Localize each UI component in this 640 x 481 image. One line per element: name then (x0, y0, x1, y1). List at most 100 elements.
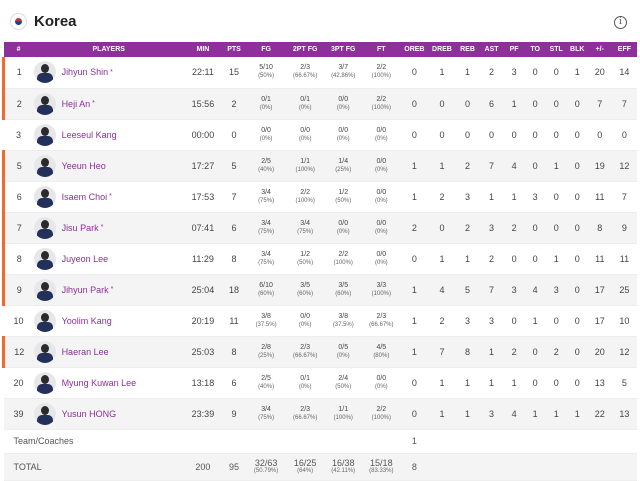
stat-ast: 3 (489, 222, 495, 233)
column-header[interactable]: AST (480, 42, 504, 57)
field-goals: 2/5 (40%) (246, 367, 286, 398)
column-header[interactable]: FG (246, 42, 286, 57)
player-cell: Jihyun Shin * (33, 57, 184, 88)
player-name-link[interactable]: Jisu Park (62, 223, 99, 233)
player-avatar (33, 92, 56, 115)
stat-to: 0 (532, 253, 538, 264)
player-row[interactable]: 10 Yoolim Kang 20:19 11 3/8 (37.5%) 0/0 (0%) 3/8… (3, 305, 637, 336)
stat-pm: 8 (597, 222, 603, 233)
three-point-fg-made: 3/8 (338, 312, 349, 320)
column-header[interactable]: PTS (222, 42, 246, 57)
three-point-fg: 1/2 (50%) (324, 181, 362, 212)
empty-cell (480, 429, 504, 453)
two-point-fg: 2/2 (100%) (286, 181, 324, 212)
player-name-link[interactable]: Heji An (62, 99, 91, 109)
player-row[interactable]: 2 Heji An * 15:56 2 0/1 (0%) 0/1 (0%) 0/0 (0%) 2/2(… (1, 88, 637, 119)
stat-pf: 1 (511, 377, 517, 388)
player-name-link[interactable]: Myung Kuwan Lee (62, 378, 137, 388)
stat-eff: 5 (621, 377, 627, 388)
column-header[interactable]: PLAYERS (34, 42, 184, 57)
player-name-link[interactable]: Juyeon Lee (62, 254, 109, 264)
column-header[interactable]: +/- (588, 42, 612, 57)
stat-pf: 2 (511, 346, 517, 357)
player-name-link[interactable]: Isaem Choi (62, 192, 108, 202)
player-avatar (33, 340, 56, 363)
column-header[interactable]: MIN (184, 42, 222, 57)
stat-ast: 3 (489, 315, 495, 326)
three-point-fg-pct: (100%) (333, 259, 353, 266)
info-icon[interactable]: i (614, 16, 627, 29)
column-header[interactable]: BLK (567, 42, 588, 57)
stat-to: 0 (532, 222, 538, 233)
three-point-fg: 3/8 (37.5%) (324, 305, 362, 336)
free-throws: 3/3 (100%) (362, 274, 400, 305)
two-point-fg: 1/2 (50%) (286, 243, 324, 274)
player-name-link[interactable]: Leeseul Kang (62, 130, 117, 140)
free-throws: 0/0 (0%) (362, 367, 400, 398)
player-name-link[interactable]: Jihyun Park (62, 285, 109, 295)
column-header[interactable]: DREB (428, 42, 455, 57)
column-header[interactable]: # (4, 42, 34, 57)
points: 15 (229, 67, 240, 78)
free-throws: 2/2 (100%) (362, 57, 400, 88)
player-row[interactable]: 1 Jihyun Shin * 22:11 15 5/10 (50%) 2/3 (66.67%)… (1, 57, 637, 88)
two-point-fg: 0/1 (0%) (286, 88, 324, 119)
player-name-link[interactable]: Jihyun Shin (62, 67, 109, 77)
column-header[interactable]: PF (504, 42, 525, 57)
player-cell: Yeeun Heo (33, 150, 184, 181)
free-throws-pct: (100%) (371, 290, 391, 297)
free-throws-made: 2/2 (376, 95, 387, 103)
player-name-link[interactable]: Haeran Lee (62, 347, 109, 357)
player-row[interactable]: 5 Yeeun Heo 17:27 5 2/5 (40%) 1/1 (100%) 1/4 (25%… (1, 150, 637, 181)
player-row[interactable]: 39 Yusun HONG 23:39 9 3/4 (75%) 2/3 (66.67%) 1/1… (3, 398, 637, 429)
column-header[interactable]: 3PT FG (324, 42, 362, 57)
stat-stl: 0 (553, 67, 559, 78)
field-goals-pct: (40%) (258, 383, 275, 390)
minutes: 00:00 (191, 129, 215, 140)
stat-reb: 2 (465, 222, 471, 233)
stat-to: 1 (532, 408, 538, 419)
stat-oreb: 2 (411, 222, 417, 233)
player-row[interactable]: 8 Juyeon Lee 11:29 8 3/4 (75%) 1/2 (50%) 2/2 (100… (1, 243, 637, 274)
two-point-fg: 2/3 (66.67%) (286, 398, 324, 429)
free-throws-made: 2/3 (376, 312, 387, 320)
player-row[interactable]: 7 Jisu Park * 07:41 6 3/4 (75%) 3/4 (75%) 0/0 (0%)… (1, 212, 637, 243)
total-2pt-fg-pct: (64%) (297, 467, 314, 474)
free-throws-made: 0/0 (376, 219, 387, 227)
player-avatar (33, 154, 56, 177)
column-header[interactable]: STL (546, 42, 567, 57)
two-point-fg-made: 2/3 (300, 64, 311, 72)
column-header[interactable]: EFF (612, 42, 637, 57)
player-name-link[interactable]: Yoolim Kang (62, 316, 112, 326)
avatar-head (40, 312, 49, 322)
free-throws-made: 0/0 (376, 374, 387, 382)
player-name-link[interactable]: Yeeun Heo (62, 161, 106, 171)
column-header[interactable]: REB (455, 42, 479, 57)
avatar-body (36, 135, 53, 146)
player-row[interactable]: 6 Isaem Choi * 17:53 7 3/4 (75%) 2/2 (100%) 1/2 (5… (1, 181, 637, 212)
column-header[interactable]: OREB (400, 42, 428, 57)
starter-marker: * (109, 193, 112, 200)
player-row[interactable]: 20 Myung Kuwan Lee 13:18 6 2/5 (40%) 0/1 (0%) 2/… (3, 367, 637, 398)
player-row[interactable]: 9 Jihyun Park * 25:04 18 6/10 (60%) 3/5 (60%) 3/5… (1, 274, 637, 305)
two-point-fg: 2/3 (66.67%) (286, 336, 324, 367)
player-avatar (33, 123, 56, 146)
three-point-fg-pct: (50%) (335, 383, 352, 390)
jersey-number: 39 (13, 408, 24, 419)
column-header[interactable]: TO (525, 42, 546, 57)
player-info: Yoolim Kang (33, 309, 184, 332)
stat-oreb: 1 (411, 191, 417, 202)
stat-pm: 20 (594, 67, 605, 78)
player-row[interactable]: 3 Leeseul Kang 00:00 0 0/0 (0%) 0/0 (0%) 0/0 (0%)… (3, 119, 637, 150)
player-info: Juyeon Lee (33, 247, 184, 270)
stat-stl: 0 (553, 222, 559, 233)
column-header[interactable]: 2PT FG (286, 42, 324, 57)
avatar-body (36, 259, 53, 270)
stat-oreb: 1 (411, 160, 417, 171)
player-cell: Myung Kuwan Lee (33, 367, 184, 398)
column-header[interactable]: FT (362, 42, 400, 57)
two-point-fg-pct: (50%) (297, 259, 314, 266)
player-row[interactable]: 12 Haeran Lee 25:03 8 2/8 (25%) 2/3 (66.67%) 0/5… (1, 336, 637, 367)
player-name-link[interactable]: Yusun HONG (62, 409, 117, 419)
avatar-head (40, 281, 49, 291)
